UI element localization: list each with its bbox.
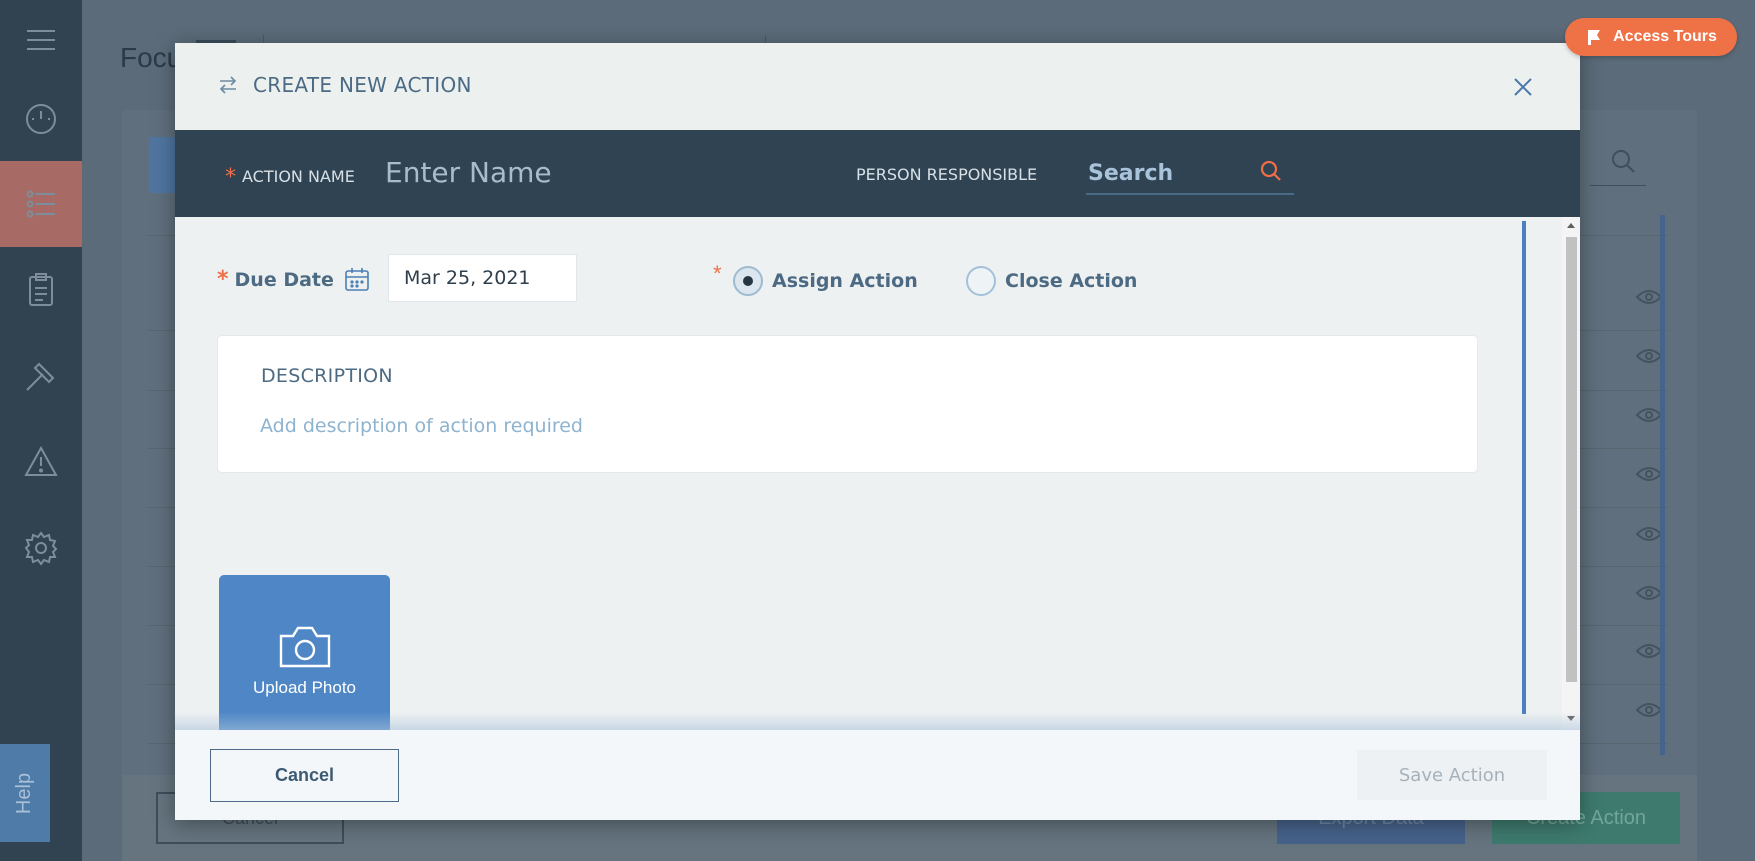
- hamburger-icon: [27, 30, 55, 50]
- list-icon: [26, 190, 55, 218]
- close-action-radio[interactable]: Close Action: [966, 266, 1137, 296]
- upload-photo-label: Upload Photo: [252, 677, 357, 697]
- warning-icon: [24, 445, 58, 476]
- action-name-label: * ACTION NAME: [225, 163, 355, 190]
- content-scroll-indicator: [1522, 221, 1526, 714]
- due-date-input[interactable]: Mar 25, 2021: [388, 254, 577, 302]
- eye-icon[interactable]: [1635, 406, 1663, 424]
- scroll-thumb[interactable]: [1566, 237, 1577, 682]
- access-tours-button[interactable]: Access Tours: [1565, 18, 1737, 56]
- description-title: DESCRIPTION: [261, 365, 393, 387]
- eye-icon[interactable]: [1635, 584, 1663, 602]
- dashboard-icon: [26, 104, 56, 134]
- hammer-icon: [26, 362, 55, 391]
- clipboard-icon: [29, 273, 53, 306]
- due-date-value: Mar 25, 2021: [404, 267, 531, 289]
- eye-icon[interactable]: [1635, 525, 1663, 543]
- upload-photo-button[interactable]: Upload Photo: [219, 575, 390, 730]
- swap-icon: [217, 74, 239, 96]
- background-search-icon: [1610, 148, 1636, 174]
- action-name-bar: * ACTION NAME PERSON RESPONSIBLE: [175, 130, 1580, 217]
- required-asterisk: *: [225, 165, 236, 190]
- assign-action-radio[interactable]: Assign Action: [733, 266, 918, 296]
- radio-dot: [743, 276, 753, 286]
- search-icon[interactable]: [1259, 159, 1283, 183]
- page-title: Focu: [120, 42, 183, 73]
- eye-icon[interactable]: [1635, 465, 1663, 483]
- modal-footer: Cancel Save Action: [175, 730, 1580, 820]
- modal-header: CREATE NEW ACTION: [175, 43, 1580, 130]
- eye-icon[interactable]: [1635, 701, 1663, 719]
- sidebar-item-tools[interactable]: [0, 333, 82, 419]
- radio-unselected[interactable]: [966, 266, 996, 296]
- background-scrollbar: [1660, 215, 1665, 755]
- body-bottom-shadow: [175, 712, 1580, 730]
- close-action-label: Close Action: [1005, 270, 1138, 292]
- description-box: DESCRIPTION: [217, 335, 1478, 473]
- help-tab[interactable]: Help: [0, 744, 50, 842]
- eye-icon[interactable]: [1635, 347, 1663, 365]
- sidebar: Help: [0, 0, 82, 861]
- modal-body: * Due Date Mar 25, 2021 * Assign Action C…: [175, 217, 1580, 730]
- create-action-modal: CREATE NEW ACTION * ACTION NAME PERSON RE…: [175, 43, 1580, 820]
- required-asterisk: *: [217, 267, 229, 292]
- modal-title: CREATE NEW ACTION: [253, 73, 472, 97]
- eye-icon[interactable]: [1635, 288, 1663, 306]
- due-date-label-text: Due Date: [234, 269, 334, 291]
- sidebar-item-settings[interactable]: [0, 505, 82, 591]
- action-name-label-text: ACTION NAME: [242, 167, 355, 186]
- access-tours-label: Access Tours: [1613, 28, 1717, 45]
- menu-icon[interactable]: [0, 0, 82, 80]
- calendar-icon[interactable]: [344, 266, 370, 292]
- action-name-input[interactable]: [385, 150, 715, 194]
- radio-selected[interactable]: [733, 266, 763, 296]
- help-label: Help: [13, 772, 36, 814]
- cancel-button[interactable]: Cancel: [210, 749, 399, 802]
- eye-icon[interactable]: [1635, 642, 1663, 660]
- close-icon[interactable]: [1511, 75, 1535, 99]
- sidebar-item-incidents[interactable]: [0, 419, 82, 505]
- scrollbar[interactable]: [1562, 217, 1580, 730]
- person-responsible-search[interactable]: [1086, 152, 1294, 195]
- assign-action-label: Assign Action: [772, 270, 918, 292]
- background-search-underline: [1590, 185, 1646, 186]
- camera-icon: [279, 626, 330, 667]
- person-search-input[interactable]: [1088, 158, 1248, 188]
- scroll-up-arrow[interactable]: [1567, 223, 1575, 228]
- due-date-label: * Due Date: [217, 267, 334, 292]
- sidebar-item-actions[interactable]: [0, 161, 82, 247]
- save-action-button[interactable]: Save Action: [1357, 750, 1547, 800]
- sidebar-item-checklists[interactable]: [0, 247, 82, 333]
- sidebar-item-dashboard[interactable]: [0, 75, 82, 161]
- person-responsible-label: PERSON RESPONSIBLE: [856, 165, 1038, 184]
- flag-icon: [1588, 30, 1601, 45]
- gear-icon: [24, 531, 58, 566]
- description-input[interactable]: [260, 410, 1410, 442]
- required-asterisk: *: [713, 261, 722, 286]
